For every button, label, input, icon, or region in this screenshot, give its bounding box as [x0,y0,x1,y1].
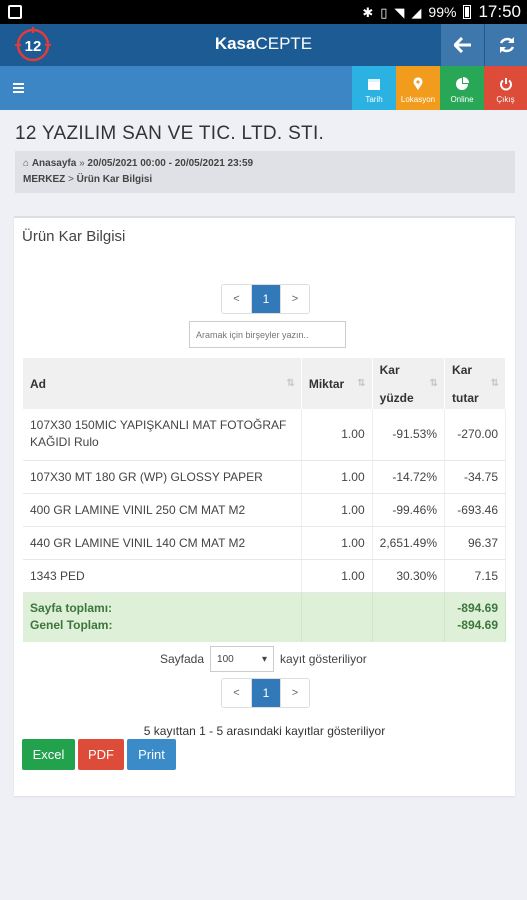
totals-labels: Sayfa toplamı: Genel Toplam: [23,592,302,642]
cell-miktar: 1.00 [301,559,373,593]
cell-kar-tutar: 96.37 [444,526,506,560]
cell-miktar: 1.00 [301,493,373,527]
cell-ad: 440 GR LAMINE VINIL 140 CM MAT M2 [23,526,302,560]
sort-icon[interactable]: ⇅ [357,378,365,389]
panel-title: Ürün Kar Bilgisi [22,228,126,245]
totals-empty [372,592,446,642]
cell-kar-yuzde: -99.46% [372,493,446,527]
breadcrumb-date-range: 20/05/2021 00:00 - 20/05/2021 23:59 [87,158,254,169]
sort-icon[interactable]: ⇅ [430,378,438,389]
cell-miktar: 1.00 [301,526,373,560]
table-row: 400 GR LAMINE VINIL 250 CM MAT M2 1.00 -… [23,493,506,527]
signal-icon: ◢ [411,4,422,20]
vibrate-icon: ▯ [380,4,388,20]
totals-row: Sayfa toplamı: Genel Toplam: -894.69 -894.… [23,592,506,642]
status-bar: ✱ ▯ ◥ ◢ 99% 17:50 [0,0,527,24]
back-button[interactable] [441,24,484,66]
col-kar-tutar[interactable]: Kar tutar ⇅ [444,358,506,409]
col-ad[interactable]: Ad ⇅ [23,358,302,409]
prev-page-button[interactable]: < [222,679,251,707]
battery-percent: 99% [428,4,457,20]
cell-kar-tutar: -693.46 [444,493,506,527]
tarih-tile[interactable]: Tarih [352,66,396,110]
table-row: 107X30 150MIC YAPIŞKANLI MAT FOTOĞRAF KAĞ… [23,409,506,461]
totals-empty [301,592,373,642]
wifi-icon: ◥ [394,4,405,20]
screenshot-notification-icon [8,5,22,19]
status-icons: ✱ ▯ ◥ ◢ 99% 17:50 [362,0,521,24]
breadcrumb-separator: » [79,158,85,169]
table-row: 107X30 MT 180 GR (WP) GLOSSY PAPER 1.00 … [23,460,506,494]
breadcrumb-home[interactable]: Anasayfa [32,158,76,169]
nav-bar: Tarih Lokasyon Online Çıkış [0,66,527,110]
cell-ad: 107X30 MT 180 GR (WP) GLOSSY PAPER [23,460,302,494]
sort-icon[interactable]: ⇅ [286,378,294,389]
next-page-button[interactable]: > [280,285,309,313]
pie-chart-icon [456,77,469,90]
search-input[interactable] [189,321,346,348]
company-name: 12 YAZILIM SAN VE TIC. LTD. STI. [15,123,325,144]
dropdown-caret-icon: ▾ [262,653,268,665]
online-tile[interactable]: Online [440,66,484,110]
col-kar-yuzde[interactable]: Kar yüzde ⇅ [372,358,446,409]
totals-values: -894.69 -894.69 [444,592,506,642]
page-size-select[interactable]: 100 ▾ [210,646,275,672]
breadcrumb-location: MERKEZ [23,174,66,185]
prev-page-button[interactable]: < [222,285,251,313]
page-size-control: Sayfada 100 ▾ kayıt gösteriliyor [160,646,367,672]
page-1-button[interactable]: 1 [251,679,280,707]
refresh-icon [499,37,514,53]
page-1-button[interactable]: 1 [251,285,280,313]
breadcrumb-page: Ürün Kar Bilgisi [76,174,153,185]
pagination-bottom: < 1 > [221,678,310,708]
next-page-button[interactable]: > [280,679,309,707]
records-info: 5 kayıttan 1 - 5 arasındaki kayıtlar gös… [143,724,386,738]
refresh-button[interactable] [485,24,527,66]
clock: 17:50 [478,2,521,21]
calendar-icon [368,79,380,90]
excel-button[interactable]: Excel [22,739,75,770]
location-pin-icon [413,77,423,90]
cell-ad: 1343 PED [23,559,302,593]
cell-ad: 400 GR LAMINE VINIL 250 CM MAT M2 [23,493,302,527]
cell-ad: 107X30 150MIC YAPIŞKANLI MAT FOTOĞRAF KAĞ… [23,409,302,461]
print-button[interactable]: Print [127,739,176,770]
home-icon: ⌂ [23,158,30,169]
profit-table: Ad ⇅ Miktar ⇅ Kar yüzde ⇅ Kar tutar ⇅ 107X30 1… [23,358,506,642]
pdf-button[interactable]: PDF [78,739,124,770]
arrow-left-icon [453,37,471,53]
cell-miktar: 1.00 [301,460,373,494]
app-header: 12 KasaCEPTE [0,24,527,66]
table-row: 1343 PED 1.00 30.30% 7.15 [23,559,506,593]
cell-miktar: 1.00 [301,409,373,461]
col-miktar[interactable]: Miktar ⇅ [301,358,373,409]
power-icon [499,78,512,91]
table-row: 440 GR LAMINE VINIL 140 CM MAT M2 1.00 2… [23,526,506,560]
cell-kar-yuzde: -91.53% [372,409,446,461]
cikis-tile[interactable]: Çıkış [484,66,527,110]
pagination-top: < 1 > [221,284,310,314]
report-panel: Ürün Kar Bilgisi < 1 > Ad⇅ Miktar⇅ Karyü… [14,216,515,796]
lokasyon-tile[interactable]: Lokasyon [396,66,440,110]
bluetooth-icon: ✱ [362,4,374,20]
cell-kar-tutar: -34.75 [444,460,506,494]
menu-icon[interactable] [13,83,24,93]
cell-kar-tutar: 7.15 [444,559,506,593]
battery-icon [463,5,472,19]
cell-kar-yuzde: 2,651.49% [372,526,446,560]
breadcrumb: ⌂ Anasayfa » 20/05/2021 00:00 - 20/05/20… [15,151,515,193]
cell-kar-yuzde: 30.30% [372,559,446,593]
breadcrumb-arrow: > [68,174,74,185]
cell-kar-tutar: -270.00 [444,409,506,461]
sort-icon[interactable]: ⇅ [491,378,499,389]
cell-kar-yuzde: -14.72% [372,460,446,494]
